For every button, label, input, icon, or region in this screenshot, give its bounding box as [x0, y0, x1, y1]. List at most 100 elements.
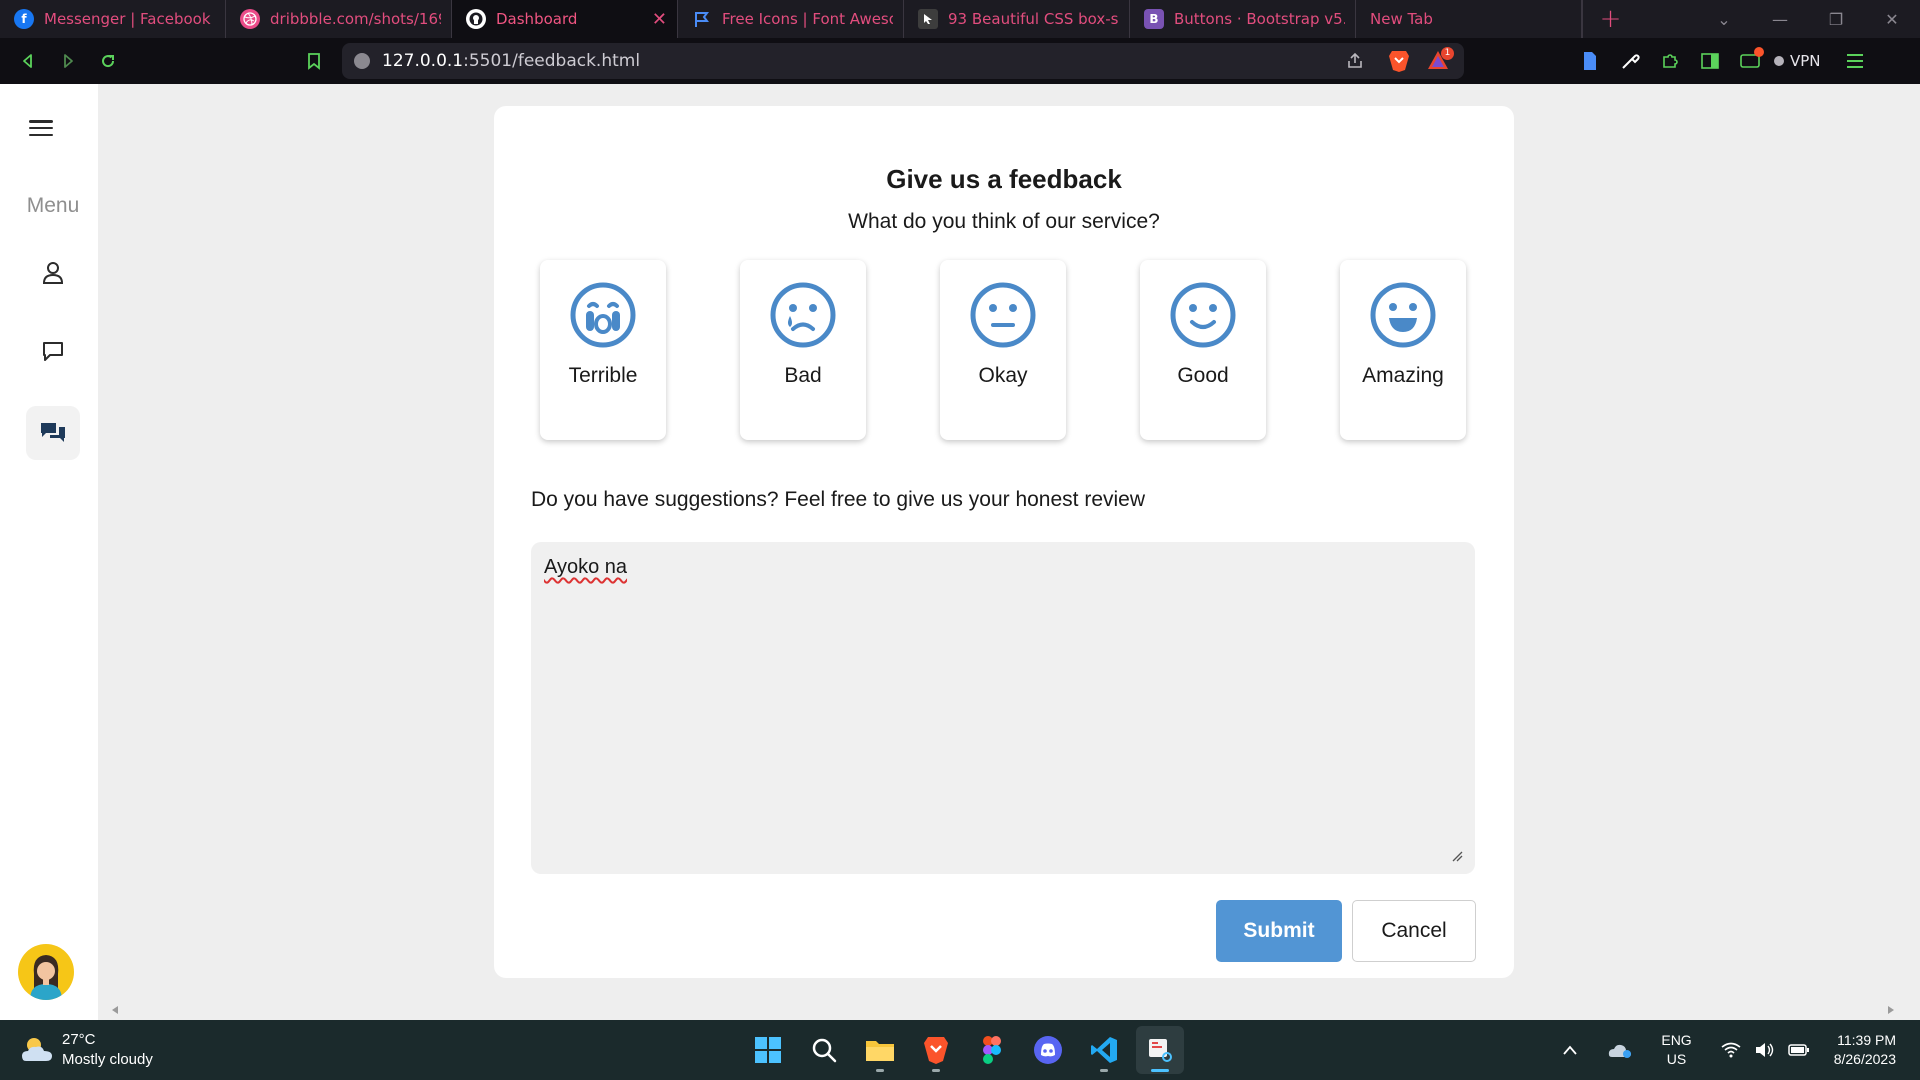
cloudy-weather-icon [22, 1038, 52, 1061]
brave-rewards-icon[interactable]: 1 [1426, 47, 1454, 75]
suggestion-prompt: Do you have suggestions? Feel free to gi… [531, 488, 1146, 511]
review-text[interactable]: Ayoko na [544, 556, 627, 578]
resize-handle-icon[interactable] [1451, 850, 1463, 862]
vscode-icon [1091, 1037, 1117, 1063]
taskbar-figma[interactable] [968, 1026, 1016, 1074]
search-icon [812, 1038, 837, 1063]
scroll-right-icon[interactable] [1888, 1006, 1894, 1014]
review-textarea[interactable]: Ayoko na [531, 542, 1475, 874]
weather-description: Mostly cloudy [62, 1051, 153, 1068]
tab-css-box-shadow[interactable]: 93 Beautiful CSS box-shado [904, 0, 1130, 38]
back-button[interactable] [8, 41, 48, 81]
taskbar-apps [744, 1026, 1184, 1074]
wifi-icon[interactable] [1716, 1035, 1746, 1065]
user-icon [42, 262, 64, 284]
user-avatar[interactable] [18, 944, 74, 1000]
feedback-card: Give us a feedback What do you think of … [494, 106, 1514, 978]
taskbar-file-explorer[interactable] [856, 1026, 904, 1074]
sidebar-item-feedback[interactable] [26, 406, 80, 460]
date-display: 8/26/2023 [1833, 1051, 1896, 1067]
page-viewport: Menu Give us a feedback What do you thin… [0, 84, 1920, 1020]
sidebar-item-profile[interactable] [26, 246, 80, 300]
close-tab-icon[interactable]: ✕ [652, 9, 667, 30]
sidebar-item-messages[interactable] [26, 324, 80, 378]
bookmark-button[interactable] [294, 41, 334, 81]
tab-title: Buttons · Bootstrap v5.3 [1174, 10, 1345, 28]
minimize-button[interactable]: — [1752, 10, 1808, 29]
restore-button[interactable]: ❐ [1808, 10, 1864, 29]
extensions-bar: VPN [1570, 38, 1875, 84]
browser-tab-bar: f Messenger | Facebook dribbble.com/shot… [0, 0, 1920, 38]
rating-okay[interactable]: Okay [940, 260, 1066, 440]
vpn-button[interactable]: VPN [1774, 52, 1821, 70]
bookmark-icon [308, 53, 320, 70]
start-button[interactable] [744, 1026, 792, 1074]
tab-title: 93 Beautiful CSS box-shado [948, 10, 1119, 28]
url-text[interactable]: 127.0.0.1:5501/feedback.html [382, 51, 640, 71]
face-crying-icon [570, 282, 636, 348]
new-tab-button[interactable]: + [1582, 0, 1638, 38]
forward-arrow-icon [64, 54, 73, 68]
tab-font-awesome[interactable]: Free Icons | Font Awesome [678, 0, 904, 38]
sidebar-toggle-icon[interactable] [1690, 41, 1730, 81]
dribbble-icon [240, 9, 260, 29]
tab-search-icon[interactable]: ⌄ [1696, 10, 1752, 29]
submit-button[interactable]: Submit [1216, 900, 1342, 962]
tab-title: Dashboard [496, 10, 578, 28]
language-indicator[interactable]: ENG US [1661, 1031, 1691, 1069]
figma-icon [983, 1036, 1001, 1064]
face-meh-icon [970, 282, 1036, 348]
close-window-button[interactable]: ✕ [1864, 10, 1920, 29]
horizontal-scrollbar[interactable] [98, 1000, 1920, 1020]
taskbar-search[interactable] [800, 1026, 848, 1074]
onedrive-icon[interactable] [1605, 1035, 1635, 1065]
tab-new-tab[interactable]: New Tab [1356, 0, 1582, 38]
vpn-status-icon [1774, 56, 1784, 66]
taskbar-vscode[interactable] [1080, 1026, 1128, 1074]
reload-icon [102, 55, 115, 68]
hamburger-menu-icon[interactable] [26, 116, 56, 140]
extension-eyedropper-icon[interactable] [1610, 41, 1650, 81]
battery-icon[interactable] [1784, 1035, 1814, 1065]
rewards-badge: 1 [1441, 47, 1454, 60]
cursor-icon [918, 9, 938, 29]
extension-doc-icon[interactable] [1570, 41, 1610, 81]
forward-button[interactable] [48, 41, 88, 81]
rating-amazing[interactable]: Amazing [1340, 260, 1466, 440]
flag-icon [692, 9, 712, 29]
rating-good[interactable]: Good [1140, 260, 1266, 440]
taskbar-brave[interactable] [912, 1026, 960, 1074]
show-hidden-icons-icon[interactable] [1555, 1035, 1585, 1065]
temperature: 27°C [62, 1031, 96, 1048]
scroll-left-icon[interactable] [112, 1006, 118, 1014]
browser-menu-icon[interactable] [1835, 41, 1875, 81]
taskbar-snipping-tool[interactable] [1136, 1026, 1184, 1074]
clock[interactable]: 11:39 PM 8/26/2023 [1834, 1031, 1896, 1069]
comments-icon [41, 423, 65, 442]
discord-icon [1034, 1036, 1062, 1064]
tab-dribbble[interactable]: dribbble.com/shots/16970 [226, 0, 452, 38]
site-info-icon[interactable] [354, 53, 370, 69]
weather-widget[interactable]: 27°C Mostly cloudy [20, 1030, 153, 1070]
rating-terrible[interactable]: Terrible [540, 260, 666, 440]
extensions-puzzle-icon[interactable] [1650, 41, 1690, 81]
reload-button[interactable] [88, 41, 128, 81]
rating-label: Terrible [568, 364, 638, 387]
volume-icon[interactable] [1750, 1035, 1780, 1065]
rating-label: Amazing [1362, 364, 1444, 387]
address-bar[interactable]: 127.0.0.1:5501/feedback.html 1 [342, 43, 1464, 79]
wallet-icon[interactable] [1730, 41, 1770, 81]
brave-shields-icon[interactable] [1388, 49, 1410, 77]
snipping-tool-icon [1149, 1039, 1172, 1062]
share-icon[interactable] [1346, 52, 1364, 74]
tab-messenger[interactable]: f Messenger | Facebook [0, 0, 226, 38]
rating-bad[interactable]: Bad [740, 260, 866, 440]
tab-title: Free Icons | Font Awesome [722, 10, 893, 28]
face-laugh-icon [1370, 282, 1436, 348]
tab-title: dribbble.com/shots/16970 [270, 10, 441, 28]
tab-dashboard[interactable]: Dashboard ✕ [452, 0, 678, 38]
tab-bootstrap[interactable]: B Buttons · Bootstrap v5.3 [1130, 0, 1356, 38]
taskbar-discord[interactable] [1024, 1026, 1072, 1074]
cancel-button[interactable]: Cancel [1352, 900, 1476, 962]
folder-icon [866, 1041, 894, 1061]
